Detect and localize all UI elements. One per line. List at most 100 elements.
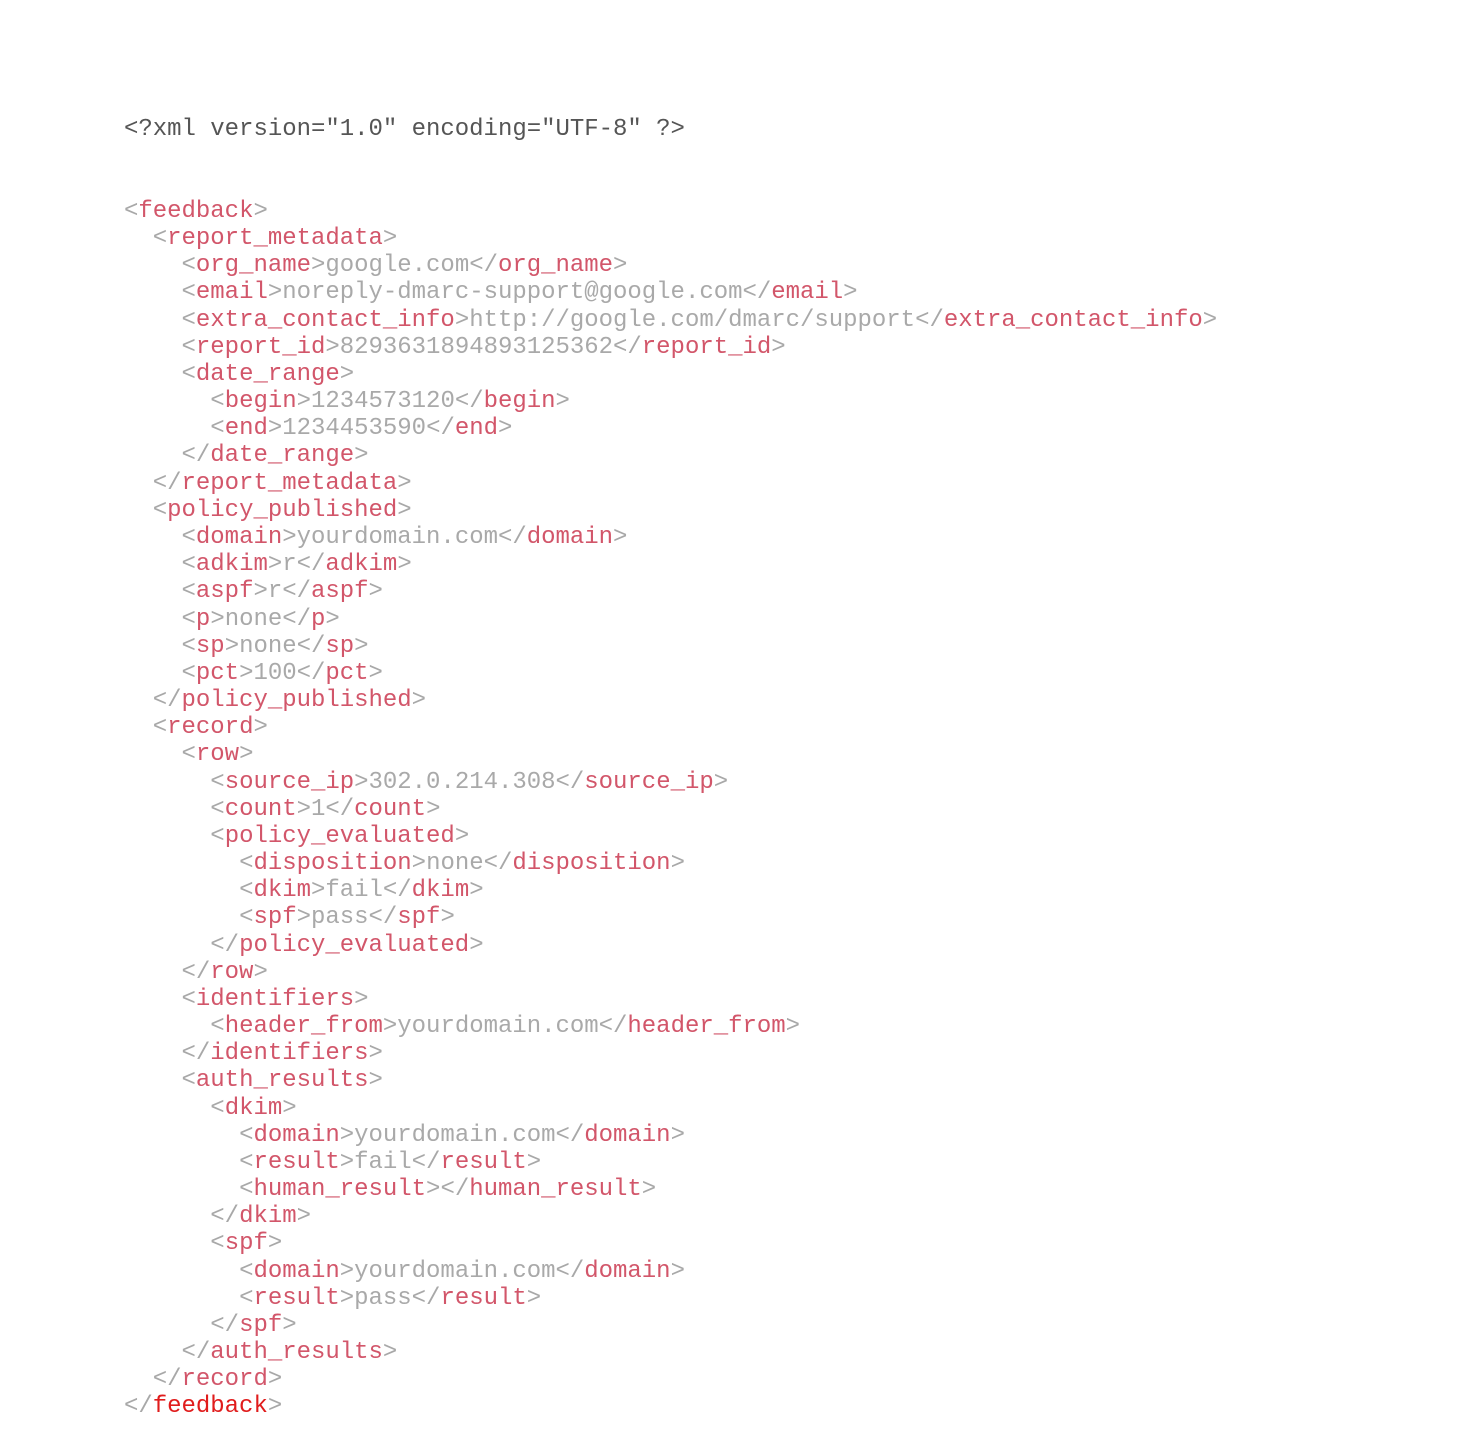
tag-name: sp bbox=[195, 632, 225, 660]
angle-open: < bbox=[210, 1230, 225, 1258]
angle-close: > bbox=[282, 1094, 297, 1122]
tag-name: dkim bbox=[253, 877, 311, 905]
tag-name: auth_results bbox=[210, 1339, 383, 1367]
xml-line-result-leaf: <result>fail</result> bbox=[124, 1149, 1217, 1176]
angle-close: > bbox=[397, 469, 412, 497]
angle-close: > bbox=[454, 822, 470, 850]
angle-open: < bbox=[152, 225, 168, 253]
element-value: fail bbox=[354, 1148, 412, 1176]
angle-close: > bbox=[454, 306, 470, 334]
angle-close: > bbox=[339, 360, 355, 388]
angle-close: > bbox=[469, 931, 484, 959]
xml-line-auth-results-close: </auth_results> bbox=[124, 1339, 1217, 1366]
xml-line-identifiers-close: </identifiers> bbox=[124, 1040, 1217, 1067]
tag-name: extra_contact_info bbox=[943, 306, 1203, 334]
angle-close: > bbox=[296, 388, 311, 416]
angle-open-slash: </ bbox=[483, 850, 513, 878]
angle-open-slash: </ bbox=[382, 877, 412, 905]
angle-close: > bbox=[555, 388, 570, 416]
tag-name: domain bbox=[253, 1121, 340, 1149]
angle-close: > bbox=[397, 551, 412, 579]
angle-close: > bbox=[325, 605, 340, 633]
tag-name: adkim bbox=[325, 551, 398, 579]
xml-declaration-text: <?xml version="1.0" encoding="UTF-8" ?> bbox=[124, 116, 685, 144]
xml-line-record-open: <record> bbox=[124, 714, 1217, 741]
angle-open: < bbox=[239, 1148, 254, 1176]
angle-open-slash: </ bbox=[411, 1148, 441, 1176]
angle-close: > bbox=[253, 197, 268, 225]
tag-name: record bbox=[181, 1366, 268, 1394]
tag-name: sp bbox=[325, 632, 355, 660]
element-value: 1 bbox=[311, 795, 326, 823]
element-value: http://google.com/dmarc/support bbox=[469, 306, 916, 334]
tag-name: human_result bbox=[253, 1176, 427, 1204]
tag-name: header_from bbox=[627, 1013, 786, 1041]
angle-open: < bbox=[181, 985, 196, 1013]
angle-close: > bbox=[670, 1121, 685, 1149]
xml-line-domain-leaf: <domain>yourdomain.com</domain> bbox=[124, 524, 1217, 551]
angle-close: > bbox=[339, 1121, 355, 1149]
angle-close: > bbox=[310, 252, 326, 280]
angle-open-slash: </ bbox=[296, 659, 326, 687]
tag-name: aspf bbox=[195, 578, 254, 606]
angle-open-slash: </ bbox=[181, 1339, 211, 1367]
tag-name: source_ip bbox=[224, 768, 355, 796]
element-value: 8293631894893125362 bbox=[339, 333, 614, 361]
xml-line-feedback-open: <feedback> bbox=[124, 198, 1217, 225]
element-value: 1234453590 bbox=[282, 415, 427, 443]
xml-declaration: <?xml version="1.0" encoding="UTF-8" ?> bbox=[124, 116, 1217, 143]
angle-close: > bbox=[339, 1284, 355, 1312]
xml-line-domain-leaf: <domain>yourdomain.com</domain> bbox=[124, 1258, 1217, 1285]
angle-open-slash: </ bbox=[152, 469, 182, 497]
tag-name: end bbox=[224, 415, 268, 443]
xml-line-extra-contact-info-leaf: <extra_contact_info>http://google.com/dm… bbox=[124, 306, 1218, 334]
tag-name: p bbox=[195, 605, 211, 633]
angle-close: > bbox=[440, 904, 455, 932]
angle-open: < bbox=[210, 768, 225, 796]
element-value: yourdomain.com bbox=[354, 1257, 556, 1285]
xml-line-source-ip-leaf: <source_ip>302.0.214.308</source_ip> bbox=[124, 769, 1217, 796]
angle-close: > bbox=[267, 415, 283, 443]
angle-open-slash: </ bbox=[613, 333, 642, 361]
xml-line-email-leaf: <email>noreply-dmarc-support@google.com<… bbox=[124, 279, 1217, 306]
tag-name: domain bbox=[584, 1257, 671, 1285]
angle-open: < bbox=[210, 388, 225, 416]
angle-open-slash: </ bbox=[497, 523, 527, 551]
angle-open: < bbox=[210, 415, 225, 443]
angle-open: < bbox=[181, 279, 196, 307]
xml-line-pct-leaf: <pct>100</pct> bbox=[124, 660, 1217, 687]
tag-name: spf bbox=[239, 1311, 283, 1339]
angle-close: > bbox=[843, 279, 858, 307]
element-value: 302.0.214.308 bbox=[368, 768, 556, 796]
angle-open-slash: </ bbox=[454, 388, 484, 416]
tag-name: row bbox=[210, 958, 254, 986]
tag-name: report_id bbox=[641, 333, 772, 361]
tag-name: pct bbox=[325, 659, 369, 687]
tag-name: email bbox=[195, 279, 268, 307]
element-value: none bbox=[426, 850, 484, 878]
tag-name: begin bbox=[224, 388, 297, 416]
angle-open: < bbox=[152, 496, 168, 524]
angle-open: < bbox=[181, 578, 196, 606]
angle-open: < bbox=[181, 360, 196, 388]
angle-close: > bbox=[771, 333, 786, 361]
tag-name: domain bbox=[584, 1121, 671, 1149]
angle-close: > bbox=[1202, 306, 1218, 334]
angle-open: < bbox=[210, 1013, 225, 1041]
angle-close: > bbox=[282, 1311, 297, 1339]
tag-name: count bbox=[354, 795, 427, 823]
